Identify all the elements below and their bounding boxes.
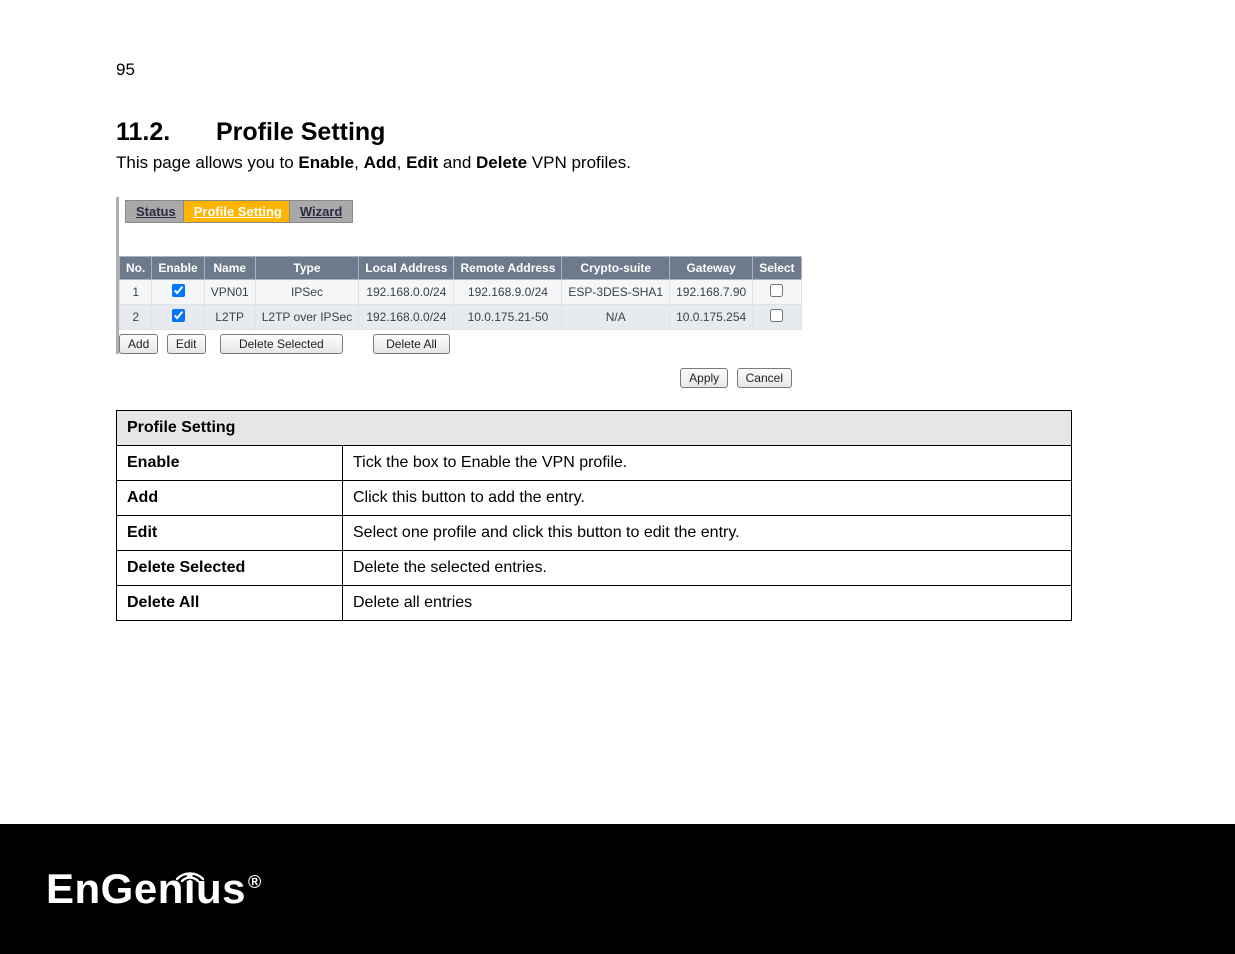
confirm-button-row: Apply Cancel xyxy=(116,368,796,388)
col-local: Local Address xyxy=(359,257,454,280)
tab-bar: StatusProfile SettingWizard xyxy=(119,197,799,226)
page-footer: EnGenius® xyxy=(0,824,1235,954)
col-crypto: Crypto-suite xyxy=(562,257,670,280)
col-select: Select xyxy=(753,257,801,280)
enable-checkbox[interactable] xyxy=(172,309,185,322)
col-gateway: Gateway xyxy=(670,257,753,280)
table-row: 2 L2TP L2TP over IPSec 192.168.0.0/24 10… xyxy=(120,305,802,330)
tab-profile-setting[interactable]: Profile Setting xyxy=(183,200,293,223)
action-button-row: Add Edit Delete Selected Delete All xyxy=(119,330,799,354)
brand-i: i xyxy=(184,865,196,913)
heading-title: Profile Setting xyxy=(216,118,385,146)
apply-button[interactable]: Apply xyxy=(680,368,728,388)
section-heading: 11.2.Profile Setting xyxy=(116,118,1119,147)
add-button[interactable]: Add xyxy=(119,334,158,354)
wifi-icon xyxy=(173,845,207,893)
brand-logo: EnGenius® xyxy=(46,865,262,913)
select-checkbox[interactable] xyxy=(770,309,783,322)
vpn-profile-table: No. Enable Name Type Local Address Remot… xyxy=(119,256,802,330)
col-remote: Remote Address xyxy=(454,257,562,280)
desc-title: Profile Setting xyxy=(117,411,1072,446)
ui-screenshot: StatusProfile SettingWizard No. Enable N… xyxy=(116,197,799,354)
col-name: Name xyxy=(204,257,255,280)
enable-checkbox[interactable] xyxy=(172,284,185,297)
col-type: Type xyxy=(255,257,359,280)
heading-number: 11.2. xyxy=(116,118,216,147)
delete-selected-button[interactable]: Delete Selected xyxy=(220,334,343,354)
registered-icon: ® xyxy=(248,872,262,892)
tab-status[interactable]: Status xyxy=(125,200,187,223)
col-no: No. xyxy=(120,257,152,280)
delete-all-button[interactable]: Delete All xyxy=(373,334,450,354)
tab-wizard[interactable]: Wizard xyxy=(289,200,354,223)
description-table: Profile Setting EnableTick the box to En… xyxy=(116,410,1072,621)
intro-text: This page allows you to Enable, Add, Edi… xyxy=(116,153,1119,173)
select-checkbox[interactable] xyxy=(770,284,783,297)
page-number: 95 xyxy=(116,60,1119,80)
col-enable: Enable xyxy=(152,257,204,280)
edit-button[interactable]: Edit xyxy=(167,334,206,354)
cancel-button[interactable]: Cancel xyxy=(737,368,792,388)
table-row: 1 VPN01 IPSec 192.168.0.0/24 192.168.9.0… xyxy=(120,280,802,305)
